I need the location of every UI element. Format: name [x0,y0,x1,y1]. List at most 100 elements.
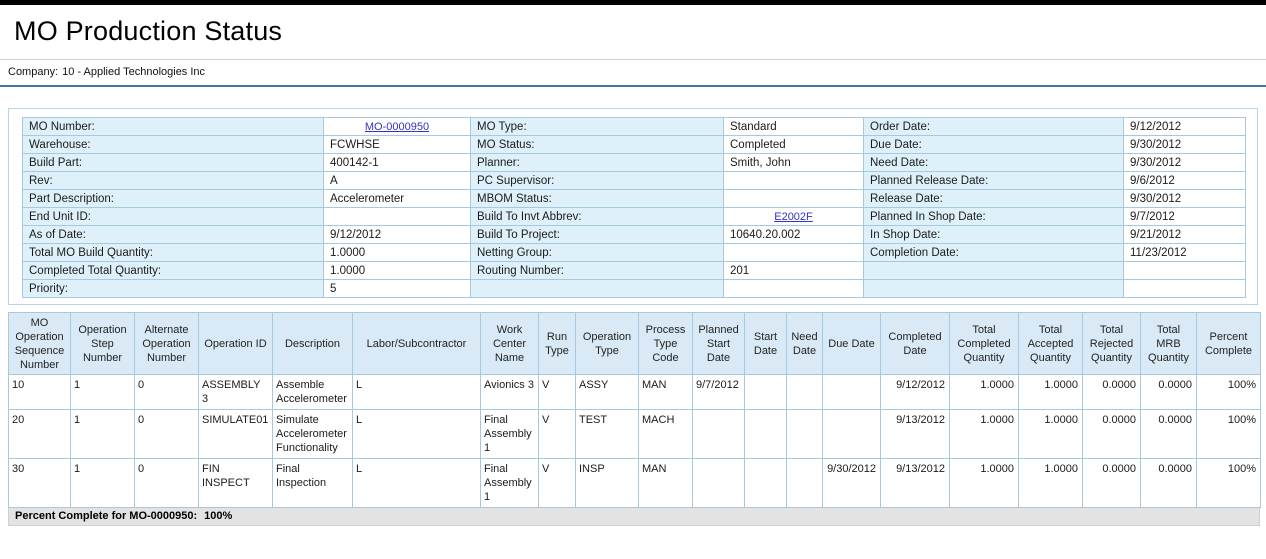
grid-cell: 1 [71,375,135,410]
detail-row: Completed Total Quantity:1.0000Routing N… [23,262,1246,280]
company-bar: Company:10 - Applied Technologies Inc [0,59,1266,87]
grid-cell: 0 [135,459,199,508]
detail-label: MBOM Status: [471,190,724,208]
grid-cell: V [539,375,576,410]
column-header: Completed Date [881,313,950,375]
grid-cell [745,375,787,410]
grid-cell [693,410,745,459]
detail-value [724,172,864,190]
grid-cell: 0 [135,410,199,459]
operation-row: 2010SIMULATE01Simulate Accelerometer Fun… [9,410,1261,459]
grid-cell [823,410,881,459]
grid-cell [693,459,745,508]
column-header: Run Type [539,313,576,375]
detail-label: Completion Date: [864,244,1124,262]
detail-label: Total MO Build Quantity: [23,244,324,262]
column-header: Total Rejected Quantity [1083,313,1141,375]
build-to-invt-abbrev-link[interactable]: E2002F [774,211,813,223]
grid-cell: TEST [576,410,639,459]
detail-label: Completed Total Quantity: [23,262,324,280]
grid-cell: Assemble Accelerometer [273,375,353,410]
detail-value [1124,280,1246,298]
grid-cell: 1.0000 [950,459,1019,508]
detail-label: Build To Invt Abbrev: [471,208,724,226]
detail-value: Completed [724,136,864,154]
detail-label: Due Date: [864,136,1124,154]
grid-cell: 0.0000 [1083,459,1141,508]
grid-cell: Final Assembly 1 [481,459,539,508]
mo-details-panel: MO Number:MO-0000950MO Type:StandardOrde… [8,108,1258,305]
detail-value [724,280,864,298]
column-header: Operation Step Number [71,313,135,375]
percent-complete-footer: Percent Complete for MO-0000950:100% [8,508,1260,526]
column-header: Description [273,313,353,375]
grid-cell: 1.0000 [1019,410,1083,459]
grid-cell: 9/30/2012 [823,459,881,508]
grid-cell: 0.0000 [1141,375,1197,410]
detail-label: End Unit ID: [23,208,324,226]
grid-cell: 0.0000 [1083,375,1141,410]
grid-cell: V [539,459,576,508]
detail-value [324,208,471,226]
grid-cell: 0 [135,375,199,410]
grid-cell: 9/7/2012 [693,375,745,410]
grid-cell: Avionics 3 [481,375,539,410]
detail-label [471,280,724,298]
detail-label [864,262,1124,280]
operations-panel: MO Operation Sequence NumberOperation St… [8,312,1258,526]
detail-row: Priority:5 [23,280,1246,298]
detail-value-link-cell: MO-0000950 [324,118,471,136]
detail-label: Planned Release Date: [864,172,1124,190]
detail-value: 9/30/2012 [1124,190,1246,208]
page-title: MO Production Status [14,16,1266,47]
detail-row: As of Date:9/12/2012Build To Project:106… [23,226,1246,244]
detail-label: Build Part: [23,154,324,172]
detail-value: 11/23/2012 [1124,244,1246,262]
detail-row: Build Part:400142-1Planner:Smith, JohnNe… [23,154,1246,172]
detail-row: Rev:APC Supervisor:Planned Release Date:… [23,172,1246,190]
grid-cell: FIN INSPECT [199,459,273,508]
grid-cell: ASSEMBLY 3 [199,375,273,410]
footer-label: Percent Complete for MO-0000950: [15,510,197,522]
grid-cell: ASSY [576,375,639,410]
detail-label: Order Date: [864,118,1124,136]
grid-cell: Final Inspection [273,459,353,508]
detail-value: 5 [324,280,471,298]
detail-value: 10640.20.002 [724,226,864,244]
grid-cell: Final Assembly 1 [481,410,539,459]
detail-value: 201 [724,262,864,280]
detail-label: Warehouse: [23,136,324,154]
detail-value: FCWHSE [324,136,471,154]
detail-label: Planned In Shop Date: [864,208,1124,226]
operation-row: 3010FIN INSPECTFinal InspectionLFinal As… [9,459,1261,508]
grid-cell: 1.0000 [950,410,1019,459]
detail-value [1124,262,1246,280]
detail-value: 400142-1 [324,154,471,172]
detail-value: 9/30/2012 [1124,154,1246,172]
grid-cell: INSP [576,459,639,508]
detail-value: Standard [724,118,864,136]
grid-cell: 1.0000 [1019,459,1083,508]
detail-value: 1.0000 [324,244,471,262]
grid-cell: SIMULATE01 [199,410,273,459]
detail-label: Netting Group: [471,244,724,262]
detail-label: Routing Number: [471,262,724,280]
mo-details-table: MO Number:MO-0000950MO Type:StandardOrde… [22,117,1246,298]
operations-table: MO Operation Sequence NumberOperation St… [8,312,1261,508]
detail-label: MO Number: [23,118,324,136]
column-header: Need Date [787,313,823,375]
grid-cell: 1 [71,410,135,459]
grid-cell: 9/12/2012 [881,375,950,410]
mo-number-link[interactable]: MO-0000950 [365,121,429,133]
detail-row: Total MO Build Quantity:1.0000Netting Gr… [23,244,1246,262]
operations-header-row: MO Operation Sequence NumberOperation St… [9,313,1261,375]
grid-cell: Simulate Accelerometer Functionality [273,410,353,459]
column-header: Due Date [823,313,881,375]
detail-value: 9/30/2012 [1124,136,1246,154]
column-header: Operation ID [199,313,273,375]
column-header: Planned Start Date [693,313,745,375]
grid-cell: L [353,375,481,410]
detail-label: Priority: [23,280,324,298]
detail-label: Rev: [23,172,324,190]
grid-cell: 0.0000 [1083,410,1141,459]
